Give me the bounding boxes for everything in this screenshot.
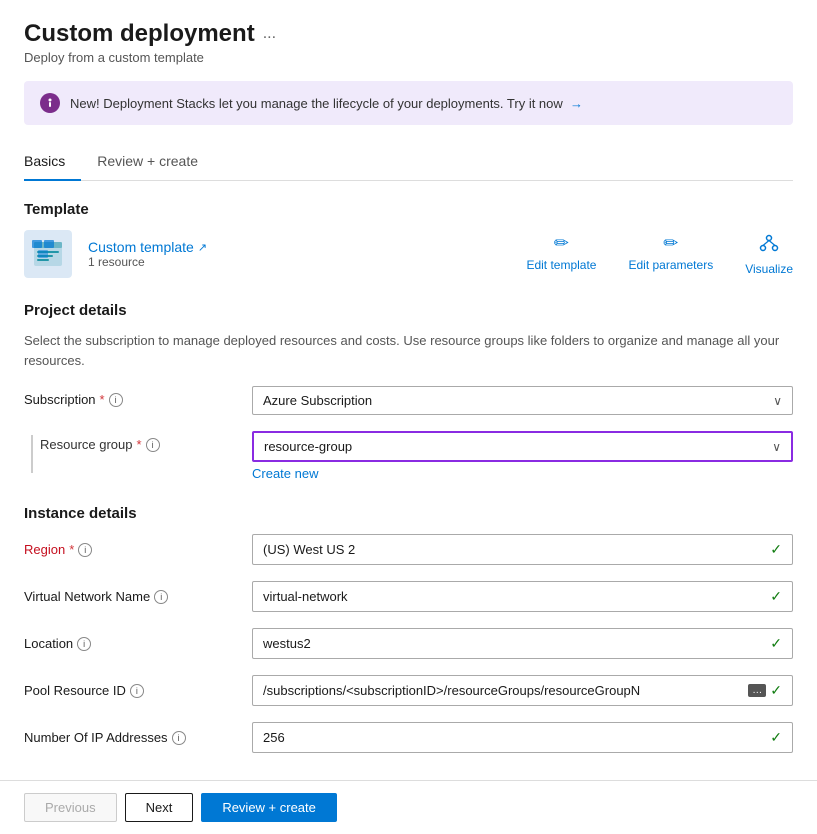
region-info-icon[interactable]: i xyxy=(78,543,92,557)
region-required: * xyxy=(69,542,74,557)
ip-check-icon: ✓ xyxy=(770,729,782,746)
overflow-badge: … xyxy=(748,684,766,697)
pool-resource-id-value: /subscriptions/<subscriptionID>/resource… xyxy=(263,683,744,698)
subscription-chevron-icon: ∨ xyxy=(773,394,782,408)
region-row: Region * i (US) West US 2 ✓ xyxy=(24,534,793,565)
next-button[interactable]: Next xyxy=(125,793,194,822)
subscription-info-icon[interactable]: i xyxy=(109,393,123,407)
visualize-action[interactable]: Visualize xyxy=(745,233,793,276)
visualize-label: Visualize xyxy=(745,262,793,276)
location-check-icon: ✓ xyxy=(770,635,782,652)
external-link-icon: ↗ xyxy=(198,241,207,254)
virtual-network-value: virtual-network xyxy=(263,589,348,604)
subscription-value: Azure Subscription xyxy=(263,393,372,408)
project-details-section: Project details Select the subscription … xyxy=(24,302,793,481)
pool-resource-check-icon: ✓ xyxy=(770,682,782,699)
subscription-control: Azure Subscription ∨ xyxy=(252,386,793,415)
resource-group-label: Resource group * i xyxy=(40,431,160,452)
review-create-button[interactable]: Review + create xyxy=(201,793,337,822)
location-info-icon[interactable]: i xyxy=(77,637,91,651)
visualize-icon xyxy=(759,233,779,258)
subscription-required: * xyxy=(100,392,105,407)
location-field[interactable]: westus2 ✓ xyxy=(252,628,793,659)
region-check-icon: ✓ xyxy=(770,541,782,558)
virtual-network-label: Virtual Network Name i xyxy=(24,589,244,604)
rg-info-icon[interactable]: i xyxy=(146,438,160,452)
virtual-network-field[interactable]: virtual-network ✓ xyxy=(252,581,793,612)
previous-button[interactable]: Previous xyxy=(24,793,117,822)
project-description: Select the subscription to manage deploy… xyxy=(24,331,793,370)
pool-resource-id-label: Pool Resource ID i xyxy=(24,683,244,698)
tab-basics[interactable]: Basics xyxy=(24,145,81,181)
template-section-title: Template xyxy=(24,201,793,218)
ip-addresses-value: 256 xyxy=(263,730,285,745)
virtual-network-info-icon[interactable]: i xyxy=(154,590,168,604)
instance-details-title: Instance details xyxy=(24,505,793,522)
edit-template-label: Edit template xyxy=(526,258,596,272)
ip-addresses-field[interactable]: 256 ✓ xyxy=(252,722,793,753)
resource-group-value: resource-group xyxy=(264,439,352,454)
virtual-network-row: Virtual Network Name i virtual-network ✓ xyxy=(24,581,793,612)
template-card: Custom template ↗ 1 resource ✏ Edit temp… xyxy=(24,230,793,278)
location-value: westus2 xyxy=(263,636,311,651)
edit-template-action[interactable]: ✏ Edit template xyxy=(526,233,596,276)
pool-resource-id-field[interactable]: /subscriptions/<subscriptionID>/resource… xyxy=(252,675,793,706)
edit-parameters-label: Edit parameters xyxy=(628,258,713,272)
header-ellipsis[interactable]: ... xyxy=(263,25,276,43)
location-label: Location i xyxy=(24,636,244,651)
ip-info-icon[interactable]: i xyxy=(172,731,186,745)
template-actions: ✏ Edit template ✏ Edit parameters xyxy=(526,233,793,276)
resource-group-control: resource-group ∨ Create new xyxy=(252,431,793,481)
template-info: Custom template ↗ 1 resource xyxy=(88,239,207,269)
banner-link[interactable]: → xyxy=(566,96,583,111)
edit-parameters-icon: ✏ xyxy=(663,233,678,254)
location-row: Location i westus2 ✓ xyxy=(24,628,793,659)
footer-bar: Previous Next Review + create xyxy=(0,780,817,834)
subscription-row: Subscription * i Azure Subscription ∨ xyxy=(24,386,793,415)
deployment-stacks-banner: New! Deployment Stacks let you manage th… xyxy=(24,81,793,125)
resource-group-dropdown[interactable]: resource-group ∨ xyxy=(252,431,793,462)
pool-resource-id-row: Pool Resource ID i /subscriptions/<subsc… xyxy=(24,675,793,706)
page-header: Custom deployment ... Deploy from a cust… xyxy=(24,20,793,65)
tabs-bar: Basics Review + create xyxy=(24,145,793,181)
virtual-network-check-icon: ✓ xyxy=(770,588,782,605)
instance-details-section: Instance details Region * i (US) West US… xyxy=(24,505,793,753)
page-title-text: Custom deployment xyxy=(24,20,255,48)
region-label: Region * i xyxy=(24,542,244,557)
template-name-link[interactable]: Custom template ↗ xyxy=(88,239,207,255)
banner-icon xyxy=(40,93,60,113)
edit-parameters-action[interactable]: ✏ Edit parameters xyxy=(628,233,713,276)
template-section: Template Custom template ↗ xyxy=(24,201,793,278)
pool-resource-info-icon[interactable]: i xyxy=(130,684,144,698)
project-details-title: Project details xyxy=(24,302,793,319)
page-subtitle: Deploy from a custom template xyxy=(24,50,793,65)
tab-review-create[interactable]: Review + create xyxy=(81,145,214,181)
resource-count: 1 resource xyxy=(88,255,207,269)
region-value: (US) West US 2 xyxy=(263,542,355,557)
create-new-link[interactable]: Create new xyxy=(252,466,793,481)
template-icon xyxy=(24,230,72,278)
ip-addresses-label: Number Of IP Addresses i xyxy=(24,730,244,745)
region-field[interactable]: (US) West US 2 ✓ xyxy=(252,534,793,565)
rg-required: * xyxy=(137,437,142,452)
subscription-label: Subscription * i xyxy=(24,386,244,407)
rg-chevron-icon: ∨ xyxy=(772,440,781,454)
ip-addresses-row: Number Of IP Addresses i 256 ✓ xyxy=(24,722,793,753)
banner-text: New! Deployment Stacks let you manage th… xyxy=(70,96,583,111)
subscription-dropdown[interactable]: Azure Subscription ∨ xyxy=(252,386,793,415)
edit-template-icon: ✏ xyxy=(554,233,569,254)
